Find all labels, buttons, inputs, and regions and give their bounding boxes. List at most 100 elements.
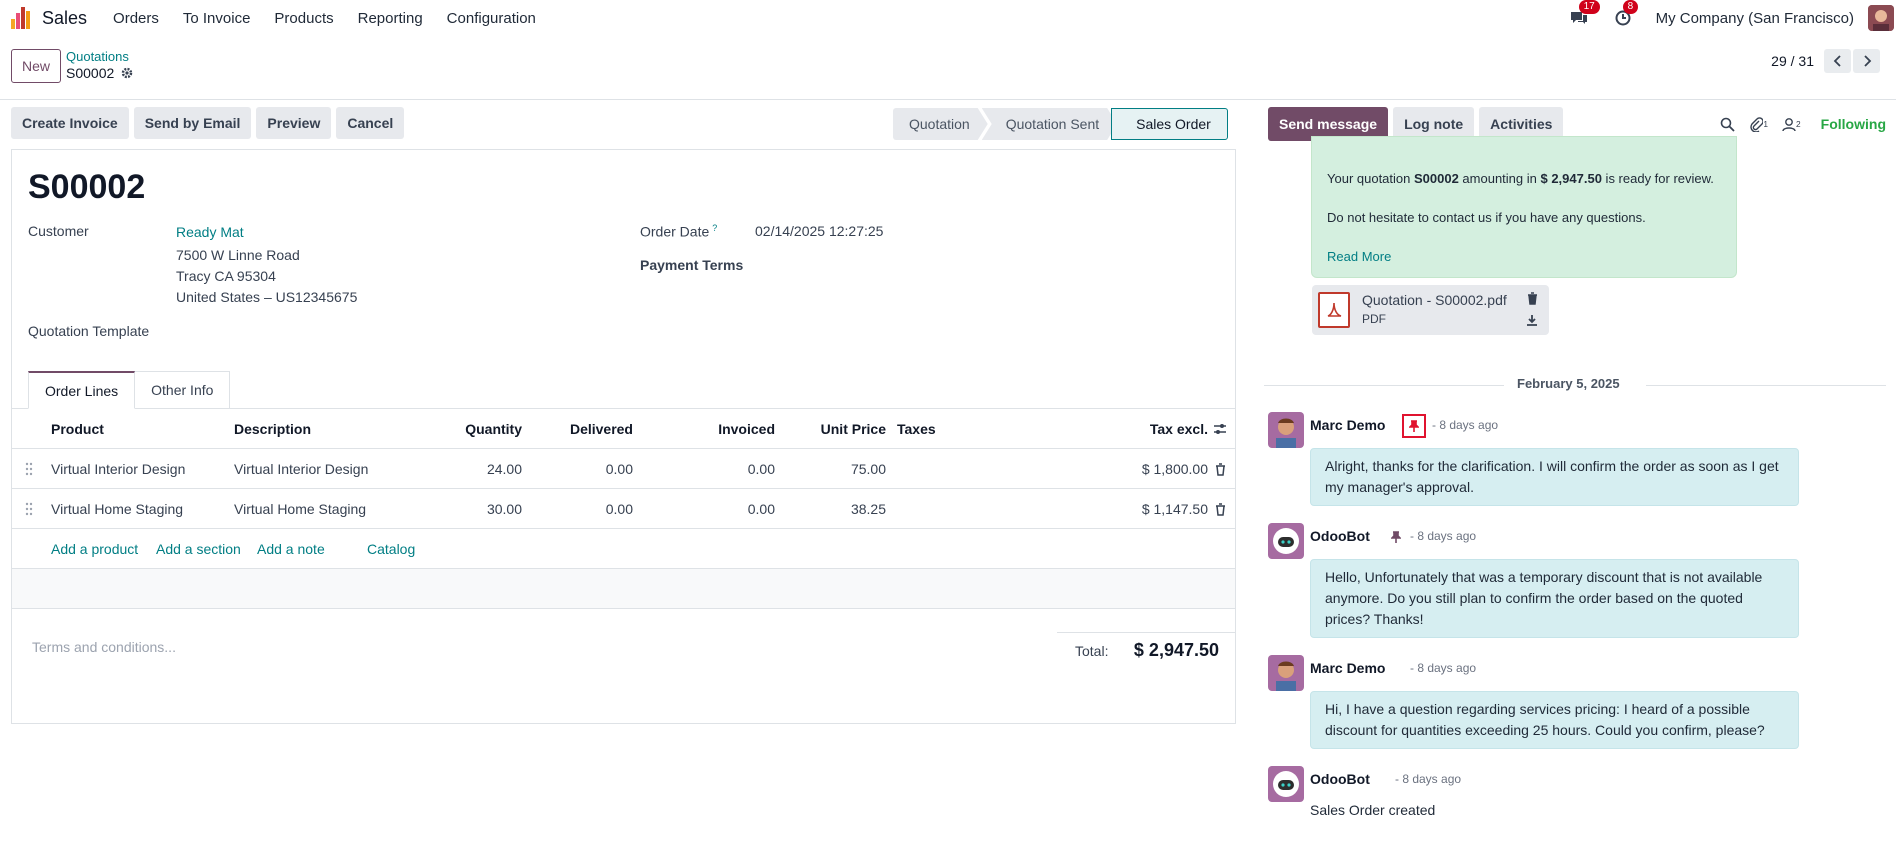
cell-quantity: 24.00	[486, 461, 522, 477]
tab-order-lines[interactable]: Order Lines	[28, 371, 136, 409]
pin-icon[interactable]	[1402, 414, 1426, 438]
avatar[interactable]	[1268, 523, 1304, 559]
col-delivered[interactable]: Delivered	[532, 409, 633, 449]
create-invoice-button[interactable]: Create Invoice	[11, 107, 129, 139]
message-author[interactable]: Marc Demo	[1310, 417, 1385, 433]
chatter-search-button[interactable]	[1720, 117, 1736, 132]
customer-address-line1: 7500 W Linne Road	[176, 247, 300, 263]
sliders-icon	[1214, 424, 1226, 434]
catalog-link[interactable]: Catalog	[367, 529, 415, 569]
search-icon	[1721, 117, 1736, 132]
cell-subtotal: $ 1,147.50	[1141, 501, 1208, 517]
cell-delivered: 0.00	[605, 461, 633, 477]
send-by-email-button[interactable]: Send by Email	[133, 107, 252, 139]
pin-icon[interactable]	[1384, 525, 1408, 549]
user-avatar[interactable]	[1868, 5, 1894, 31]
add-note-link[interactable]: Add a note	[257, 529, 325, 569]
form-sheet: S00002 Customer Ready Mat 7500 W Linne R…	[11, 149, 1236, 724]
add-section-link[interactable]: Add a section	[156, 529, 241, 569]
form-action-buttons: Create Invoice Send by Email Preview Can…	[11, 107, 405, 139]
app-name[interactable]: Sales	[42, 8, 87, 29]
message-body: Sales Order created	[1310, 802, 1436, 818]
activity-menu[interactable]: 8	[1612, 0, 1639, 29]
avatar[interactable]	[1268, 412, 1304, 448]
col-invoiced[interactable]: Invoiced	[642, 409, 775, 449]
menu-reporting[interactable]: Reporting	[358, 10, 423, 27]
attachments-button[interactable]: 1	[1749, 116, 1768, 132]
avatar[interactable]	[1268, 766, 1304, 802]
pager-value[interactable]: 29 / 31	[1771, 53, 1814, 69]
table-row[interactable]: Virtual Home Staging Virtual Home Stagin…	[12, 489, 1235, 529]
breadcrumb-quotations[interactable]: Quotations	[66, 49, 129, 64]
menu-products[interactable]: Products	[274, 10, 333, 27]
menu-orders[interactable]: Orders	[113, 10, 159, 27]
message-author[interactable]: Marc Demo	[1310, 660, 1385, 676]
stage-sales-order[interactable]: Sales Order	[1111, 108, 1228, 140]
order-date-label-text: Order Date	[640, 223, 710, 240]
col-quantity[interactable]: Quantity	[402, 409, 522, 449]
tab-other-info[interactable]: Other Info	[135, 371, 231, 409]
attachment-card[interactable]: Quotation - S00002.pdf PDF	[1312, 285, 1549, 335]
message-author[interactable]: OdooBot	[1310, 771, 1370, 787]
messages-badge: 17	[1578, 0, 1600, 14]
trash-icon[interactable]	[1527, 292, 1538, 305]
user-icon	[1782, 117, 1796, 131]
cell-product: Virtual Home Staging	[51, 501, 184, 517]
stage-quotation-sent[interactable]: Quotation Sent	[982, 108, 1117, 140]
drag-handle-icon[interactable]	[25, 462, 33, 476]
help-icon[interactable]: ?	[712, 223, 717, 233]
avatar[interactable]	[1268, 655, 1304, 691]
email-preview-bubble: Your quotation S00002 amounting in $ 2,9…	[1311, 136, 1737, 278]
message-date: - 8 days ago	[1432, 418, 1499, 432]
company-switcher[interactable]: My Company (San Francisco)	[1656, 10, 1854, 27]
cell-product: Virtual Interior Design	[51, 461, 186, 477]
message-author[interactable]: OdooBot	[1310, 528, 1370, 544]
cell-unit-price: 38.25	[850, 501, 886, 517]
customer-field[interactable]: Ready Mat	[176, 224, 244, 240]
col-taxes[interactable]: Taxes	[897, 409, 936, 449]
messaging-menu[interactable]: 17	[1568, 0, 1600, 29]
terms-conditions-field[interactable]: Terms and conditions...	[32, 639, 176, 655]
order-date-field[interactable]: 02/14/2025 12:27:25	[755, 223, 883, 239]
followers-button[interactable]: 2	[1782, 117, 1801, 132]
col-subtotal[interactable]: Tax excl.	[1062, 409, 1208, 449]
trash-icon	[1216, 502, 1225, 516]
email-preview-line2: Do not hesitate to contact us if you hav…	[1327, 210, 1646, 225]
following-button[interactable]: Following	[1821, 116, 1886, 132]
col-product[interactable]: Product	[51, 409, 104, 449]
add-product-link[interactable]: Add a product	[51, 529, 138, 569]
new-button[interactable]: New	[11, 49, 61, 83]
drag-handle-icon[interactable]	[25, 502, 33, 516]
payment-terms-label: Payment Terms	[640, 257, 744, 273]
cell-invoiced: 0.00	[747, 461, 775, 477]
pager-previous-button[interactable]	[1824, 49, 1851, 73]
cell-description: Virtual Home Staging	[234, 501, 367, 517]
breadcrumb-current: S00002	[66, 65, 133, 81]
menu-to-invoice[interactable]: To Invoice	[183, 10, 251, 27]
optional-columns-toggle[interactable]	[1213, 409, 1227, 449]
read-more-link[interactable]: Read More	[1327, 249, 1391, 264]
total-summary: Total: $ 2,947.50	[1057, 632, 1235, 672]
table-row[interactable]: Virtual Interior Design Virtual Interior…	[12, 449, 1235, 489]
sales-app-icon[interactable]	[11, 7, 33, 29]
menu-configuration[interactable]: Configuration	[447, 10, 536, 27]
gear-icon[interactable]	[121, 67, 133, 79]
order-lines-add-links: Add a product Add a section Add a note C…	[12, 529, 1235, 569]
stage-quotation[interactable]: Quotation	[893, 108, 988, 140]
attachment-name: Quotation - S00002.pdf	[1362, 292, 1507, 308]
col-description[interactable]: Description	[234, 409, 311, 449]
date-separator-label: February 5, 2025	[1517, 376, 1620, 391]
cell-subtotal: $ 1,800.00	[1141, 461, 1208, 477]
status-bar: Quotation Quotation Sent Sales Order	[893, 108, 1228, 140]
customer-label: Customer	[28, 223, 89, 239]
download-icon[interactable]	[1526, 314, 1538, 327]
delete-line-button[interactable]	[1215, 449, 1226, 489]
message-date: - 8 days ago	[1410, 661, 1477, 675]
chevron-left-icon	[1833, 55, 1841, 67]
delete-line-button[interactable]	[1215, 489, 1226, 529]
cancel-button[interactable]: Cancel	[336, 107, 405, 139]
preview-button[interactable]: Preview	[256, 107, 332, 139]
col-unit-price[interactable]: Unit Price	[782, 409, 886, 449]
customer-address-line3: United States – US12345675	[176, 289, 358, 305]
pager-next-button[interactable]	[1853, 49, 1880, 73]
